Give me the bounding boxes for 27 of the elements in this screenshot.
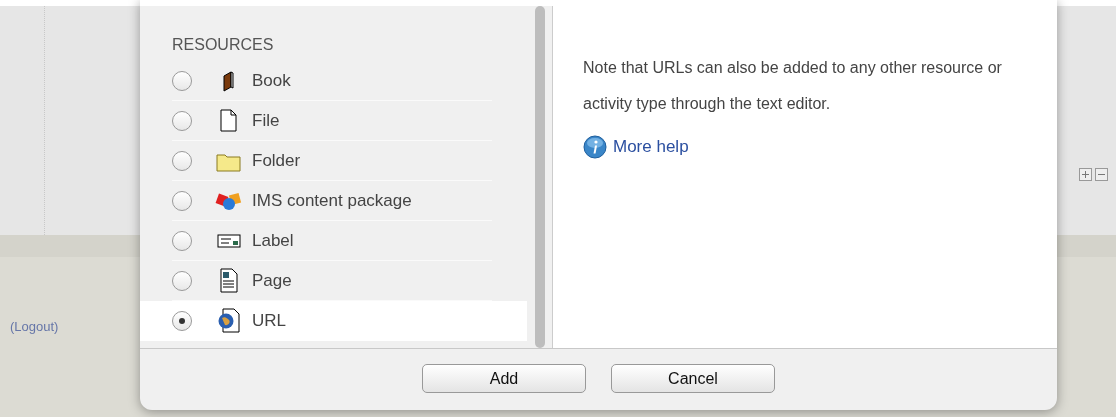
cancel-button[interactable]: Cancel bbox=[611, 364, 775, 393]
file-icon bbox=[219, 108, 239, 133]
radio-button[interactable] bbox=[172, 230, 192, 251]
scrollbar-thumb[interactable] bbox=[534, 6, 545, 348]
radio-button[interactable] bbox=[172, 70, 192, 91]
radio-button[interactable] bbox=[172, 270, 192, 291]
help-text: Note that URLs can also be added to any other resource or activity type through the text editor. bbox=[583, 58, 1003, 114]
section-heading: RESOURCES bbox=[172, 36, 275, 54]
expand-icon[interactable] bbox=[1079, 168, 1092, 181]
radio-button[interactable] bbox=[172, 110, 192, 131]
document-icon bbox=[219, 267, 239, 294]
radio-button[interactable] bbox=[172, 150, 192, 171]
radio-button[interactable] bbox=[172, 190, 192, 211]
resource-option[interactable]: Folder bbox=[172, 141, 492, 181]
info-icon bbox=[583, 135, 607, 159]
globe-document-icon bbox=[217, 308, 241, 334]
blocks-icon bbox=[215, 190, 243, 211]
resource-option[interactable]: File bbox=[172, 101, 492, 141]
resource-option[interactable]: Label bbox=[172, 221, 492, 261]
radio-button[interactable] bbox=[172, 311, 192, 331]
resource-option[interactable]: IMS content package bbox=[172, 181, 492, 221]
label-icon bbox=[217, 232, 241, 249]
collapse-icon[interactable] bbox=[1095, 168, 1108, 181]
add-button[interactable]: Add bbox=[422, 364, 586, 393]
resource-option[interactable]: Book bbox=[172, 61, 492, 101]
resource-option[interactable]: URL bbox=[140, 301, 527, 341]
more-help-link[interactable]: More help bbox=[613, 137, 689, 157]
